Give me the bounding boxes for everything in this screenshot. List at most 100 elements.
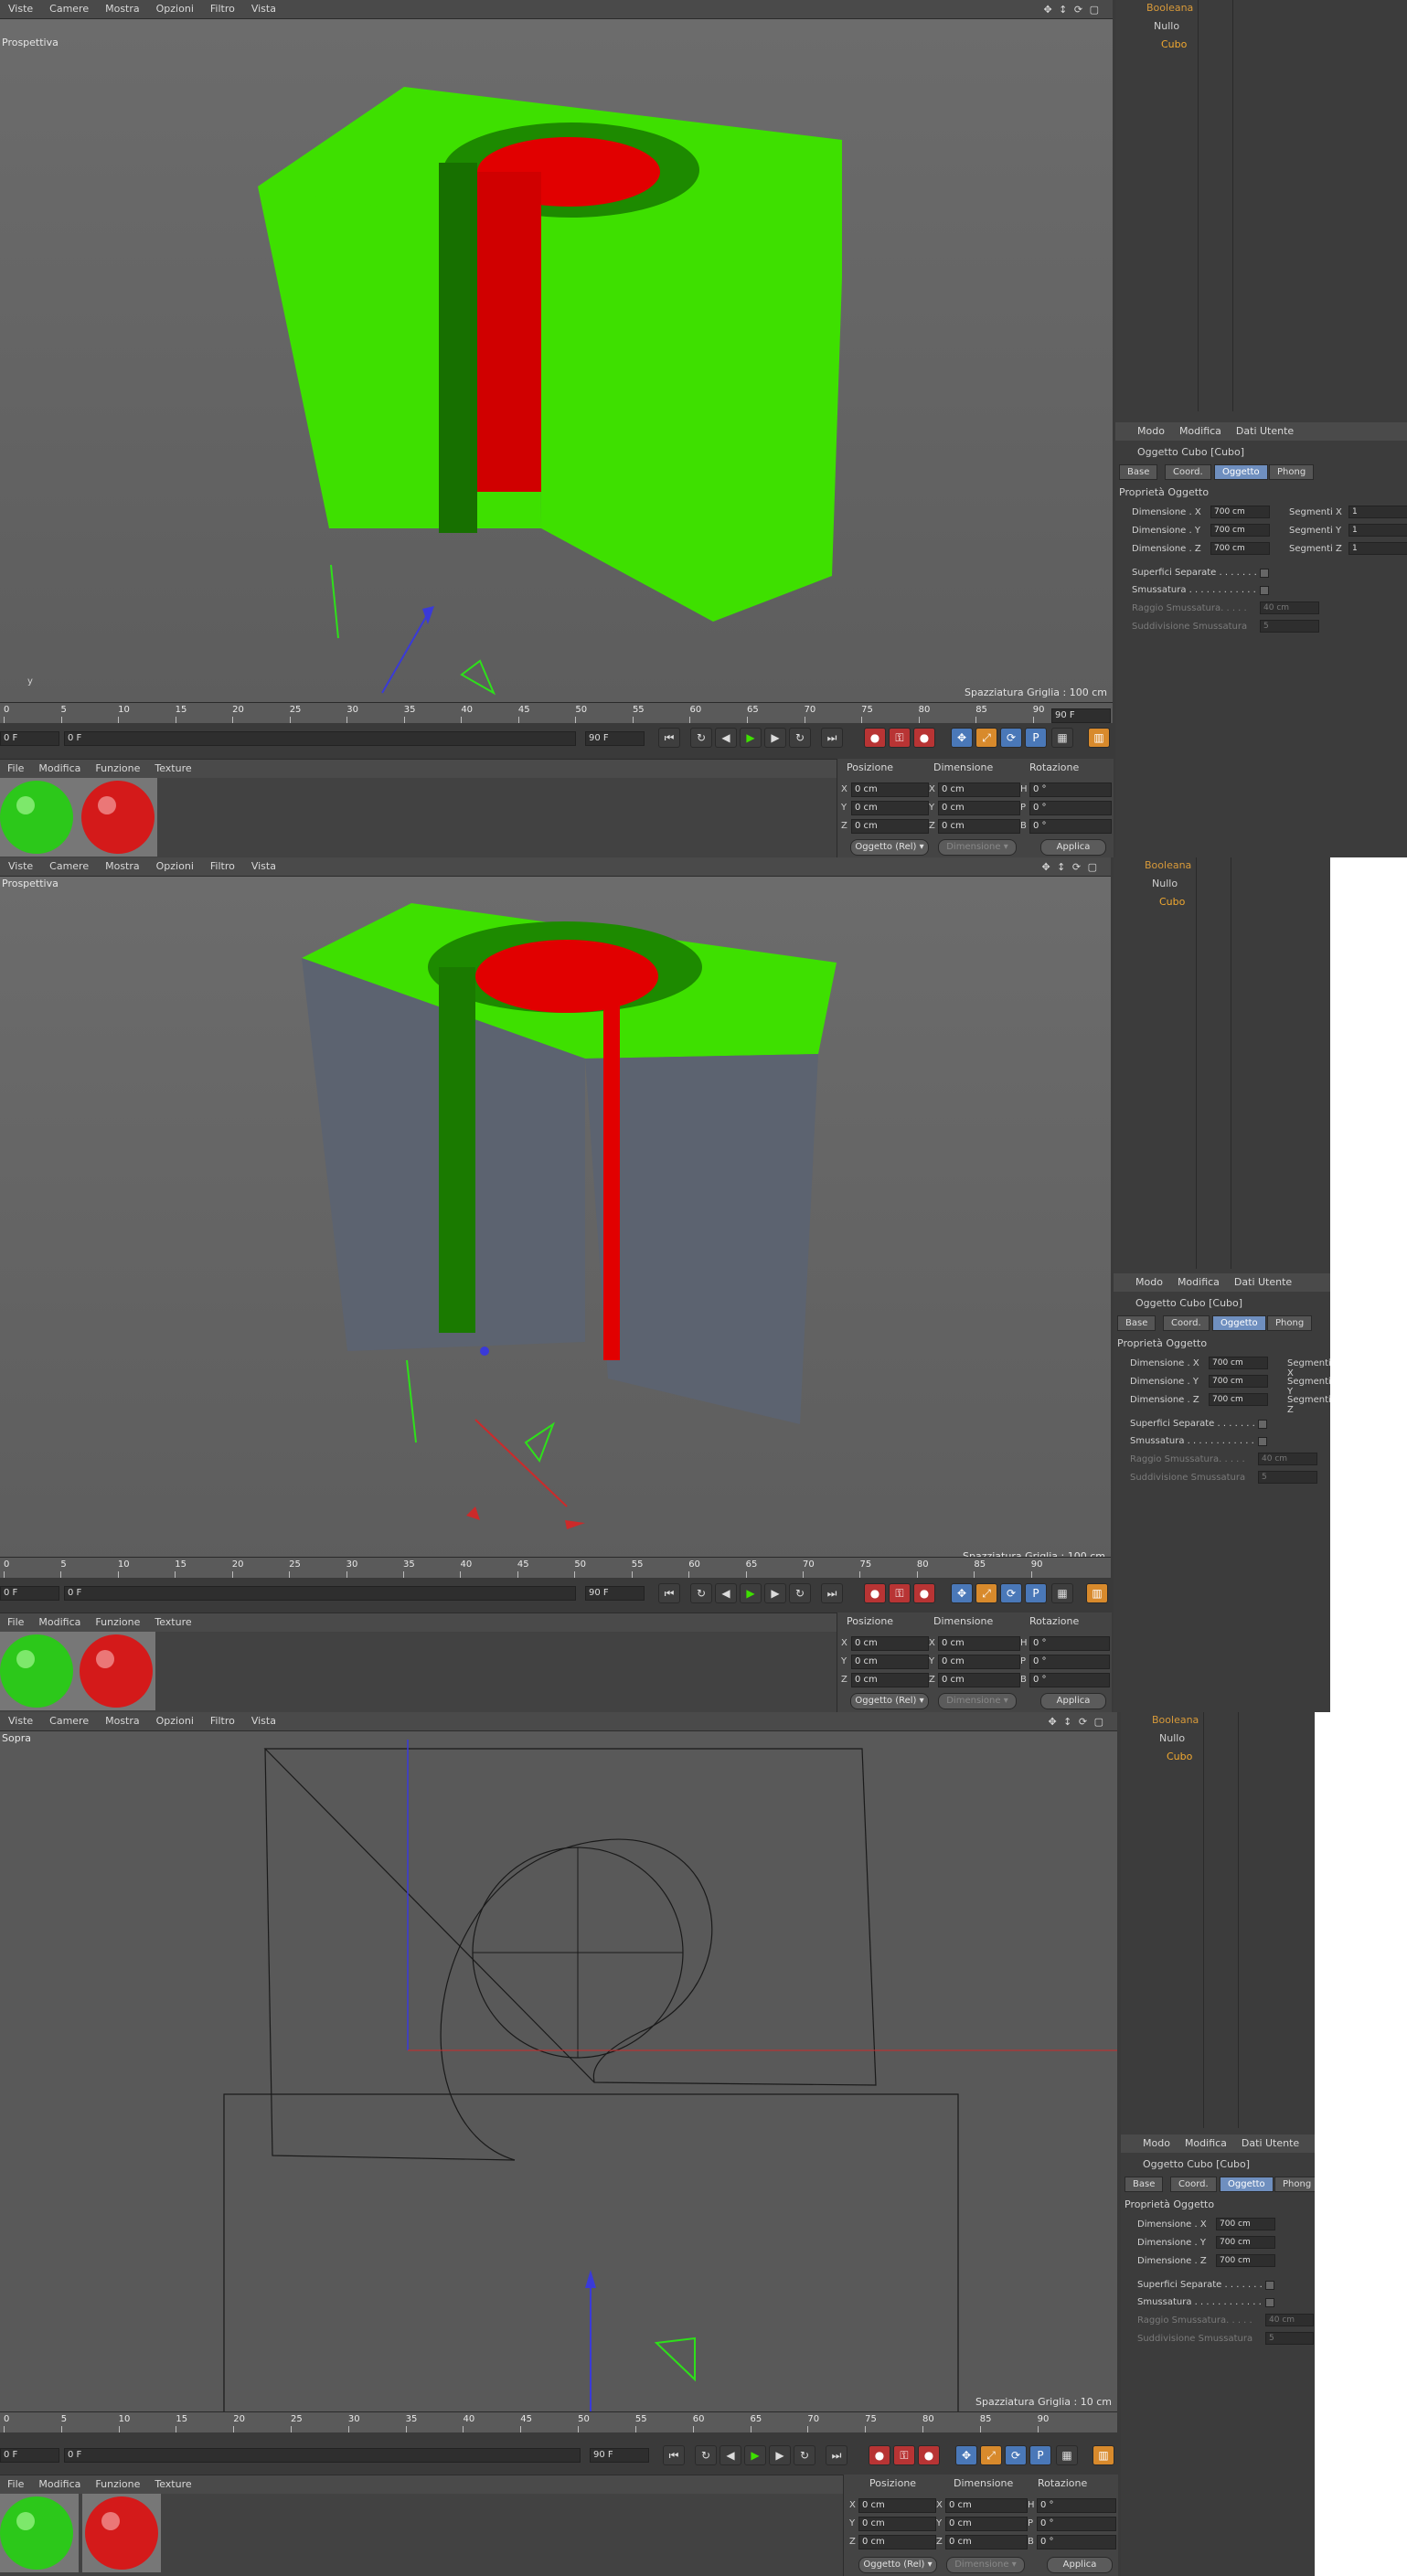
field-pos-x[interactable]: 0 cm	[858, 2498, 936, 2513]
mat-menu-funzione[interactable]: Funzione	[88, 2475, 147, 2490]
record-button[interactable]: ●	[864, 728, 886, 748]
mat-menu-file[interactable]: File	[0, 2475, 31, 2490]
preview-end-field[interactable]: 90 F	[1051, 708, 1111, 723]
dim-z-field[interactable]: 700 cm	[1210, 542, 1270, 555]
next-frame-button[interactable]: ▶	[769, 2445, 791, 2465]
film-button[interactable]: ▥	[1093, 2445, 1114, 2465]
attr-menu-modo[interactable]: Modo	[1114, 1273, 1170, 1288]
loop-button[interactable]: ↻	[690, 728, 712, 748]
material-red[interactable]	[79, 778, 157, 857]
object-row-cubo[interactable]: Cubo	[1114, 894, 1330, 910]
dim-y-field[interactable]: 700 cm	[1209, 1375, 1268, 1388]
tab-oggetto[interactable]: Oggetto	[1214, 464, 1268, 480]
menu-mostra[interactable]: Mostra	[97, 1712, 148, 1727]
mat-menu-modifica[interactable]: Modifica	[31, 2475, 88, 2490]
dim-x-field[interactable]: 700 cm	[1216, 2218, 1275, 2230]
field-size-x[interactable]: 0 cm	[945, 2498, 1028, 2513]
field-pos-x[interactable]: 0 cm	[851, 782, 929, 797]
param-key-button[interactable]: P	[1029, 2445, 1051, 2465]
dim-z-field[interactable]: 700 cm	[1209, 1393, 1268, 1406]
radius-field[interactable]: 40 cm	[1265, 2314, 1314, 2326]
field-pos-y[interactable]: 0 cm	[851, 1655, 929, 1669]
coord-mode-select[interactable]: Oggetto (Rel) ▾	[850, 1693, 929, 1709]
next-frame-button[interactable]: ▶	[764, 1583, 786, 1603]
mat-menu-funzione[interactable]: Funzione	[88, 1613, 147, 1628]
apply-button[interactable]: Applica	[1047, 2557, 1113, 2573]
attr-menu-modifica[interactable]: Modifica	[1172, 422, 1229, 437]
field-rot-p[interactable]: 0 °	[1029, 801, 1112, 815]
field-rot-b[interactable]: 0 °	[1037, 2535, 1116, 2549]
loop2-button[interactable]: ↻	[794, 2445, 815, 2465]
autokey-button[interactable]: ⚿	[893, 2445, 915, 2465]
attr-menu-dati-utente[interactable]: Dati Utente	[1234, 2134, 1306, 2149]
dim-y-field[interactable]: 700 cm	[1216, 2236, 1275, 2249]
dim-x-field[interactable]: 700 cm	[1210, 506, 1270, 518]
field-pos-z[interactable]: 0 cm	[851, 819, 929, 834]
loop-button[interactable]: ↻	[690, 1583, 712, 1603]
field-rot-h[interactable]: 0 °	[1037, 2498, 1116, 2513]
rotate-key-button[interactable]: ⟳	[1000, 728, 1022, 748]
field-size-x[interactable]: 0 cm	[938, 1636, 1020, 1651]
menu-mostra[interactable]: Mostra	[97, 0, 148, 15]
coord-size-select[interactable]: Dimensione ▾	[938, 839, 1017, 856]
material-red[interactable]	[77, 1632, 155, 1710]
object-row-booleana[interactable]: Booleana	[1121, 1712, 1315, 1729]
tab-coord[interactable]: Coord.	[1165, 464, 1211, 480]
field-rot-h[interactable]: 0 °	[1029, 1636, 1110, 1651]
keyframe-button[interactable]: ●	[913, 1583, 935, 1603]
menu-viste[interactable]: Viste	[0, 857, 41, 872]
attr-menu-modifica[interactable]: Modifica	[1170, 1273, 1227, 1288]
object-row-nullo[interactable]: Nullo	[1114, 876, 1330, 892]
navigation-icons[interactable]: ✥ ↕ ⟳ ▢	[1035, 1, 1109, 16]
tab-base[interactable]: Base	[1117, 1315, 1157, 1331]
dim-x-field[interactable]: 700 cm	[1209, 1357, 1268, 1369]
first-frame-button[interactable]: ⏮	[663, 2445, 685, 2465]
rotate-key-button[interactable]: ⟳	[1000, 1583, 1022, 1603]
object-row-nullo[interactable]: Nullo	[1121, 1730, 1315, 1747]
field-size-y[interactable]: 0 cm	[945, 2517, 1028, 2531]
attr-menu-dati-utente[interactable]: Dati Utente	[1227, 1273, 1299, 1288]
object-row-nullo[interactable]: Nullo	[1115, 18, 1407, 35]
play-button[interactable]: ▶	[740, 1583, 762, 1603]
timeline-1[interactable]: 0 5 10 15 20 25 30 35 40 45 50 55 60 65 70 75 80 85 90	[0, 702, 1113, 723]
field-rot-h[interactable]: 0 °	[1029, 782, 1112, 797]
attr-menu-dati-utente[interactable]: Dati Utente	[1229, 422, 1301, 437]
move-key-button[interactable]: ✥	[951, 728, 973, 748]
loop2-button[interactable]: ↻	[789, 728, 811, 748]
field-size-y[interactable]: 0 cm	[938, 1655, 1020, 1669]
field-rot-p[interactable]: 0 °	[1037, 2517, 1116, 2531]
seg-y-field[interactable]: 1	[1348, 524, 1407, 537]
menu-opzioni[interactable]: Opzioni	[148, 0, 202, 15]
coord-mode-select[interactable]: Oggetto (Rel) ▾	[858, 2557, 937, 2573]
tab-phong[interactable]: Phong	[1267, 1315, 1313, 1331]
field-pos-z[interactable]: 0 cm	[851, 1673, 929, 1687]
navigation-icons[interactable]: ✥ ↕ ⟳ ▢	[1039, 1713, 1114, 1728]
radius-field[interactable]: 40 cm	[1260, 601, 1319, 614]
last-frame-button[interactable]: ⏭	[821, 1583, 843, 1603]
mat-menu-file[interactable]: File	[0, 760, 31, 774]
separate-checkbox[interactable]	[1265, 2281, 1274, 2290]
autokey-button[interactable]: ⚿	[889, 728, 911, 748]
move-key-button[interactable]: ✥	[955, 2445, 977, 2465]
viewport-1[interactable]: Prospettiva y Spazziatura Griglia : 100 …	[0, 16, 1113, 702]
mat-menu-file[interactable]: File	[0, 1613, 31, 1628]
material-green[interactable]	[0, 2494, 79, 2572]
object-row-booleana[interactable]: Booleana	[1114, 857, 1330, 874]
object-row-booleana[interactable]: Booleana	[1115, 0, 1407, 16]
mat-menu-modifica[interactable]: Modifica	[31, 1613, 88, 1628]
field-rot-p[interactable]: 0 °	[1029, 1655, 1110, 1669]
timeline-3[interactable]: 0 5 10 15 20 25 30 35 40 45 50 55 60 65 70 75 80 85 90	[0, 2411, 1117, 2432]
param-key-button[interactable]: P	[1025, 1583, 1047, 1603]
seg-x-field[interactable]: 1	[1348, 506, 1407, 518]
menu-viste[interactable]: Viste	[0, 1712, 41, 1727]
last-frame-button[interactable]: ⏭	[821, 728, 843, 748]
viewport-3[interactable]: Sopra Spazziatura Griglia : 10 cm	[0, 1730, 1117, 2411]
menu-vista[interactable]: Vista	[243, 857, 284, 872]
film-button[interactable]: ▥	[1088, 728, 1110, 748]
menu-mostra[interactable]: Mostra	[97, 857, 148, 872]
field-rot-b[interactable]: 0 °	[1029, 1673, 1110, 1687]
smoothing-checkbox[interactable]	[1265, 2298, 1274, 2307]
prev-frame-button[interactable]: ◀	[719, 2445, 741, 2465]
tab-base[interactable]: Base	[1119, 464, 1158, 480]
menu-camere[interactable]: Camere	[41, 0, 97, 15]
